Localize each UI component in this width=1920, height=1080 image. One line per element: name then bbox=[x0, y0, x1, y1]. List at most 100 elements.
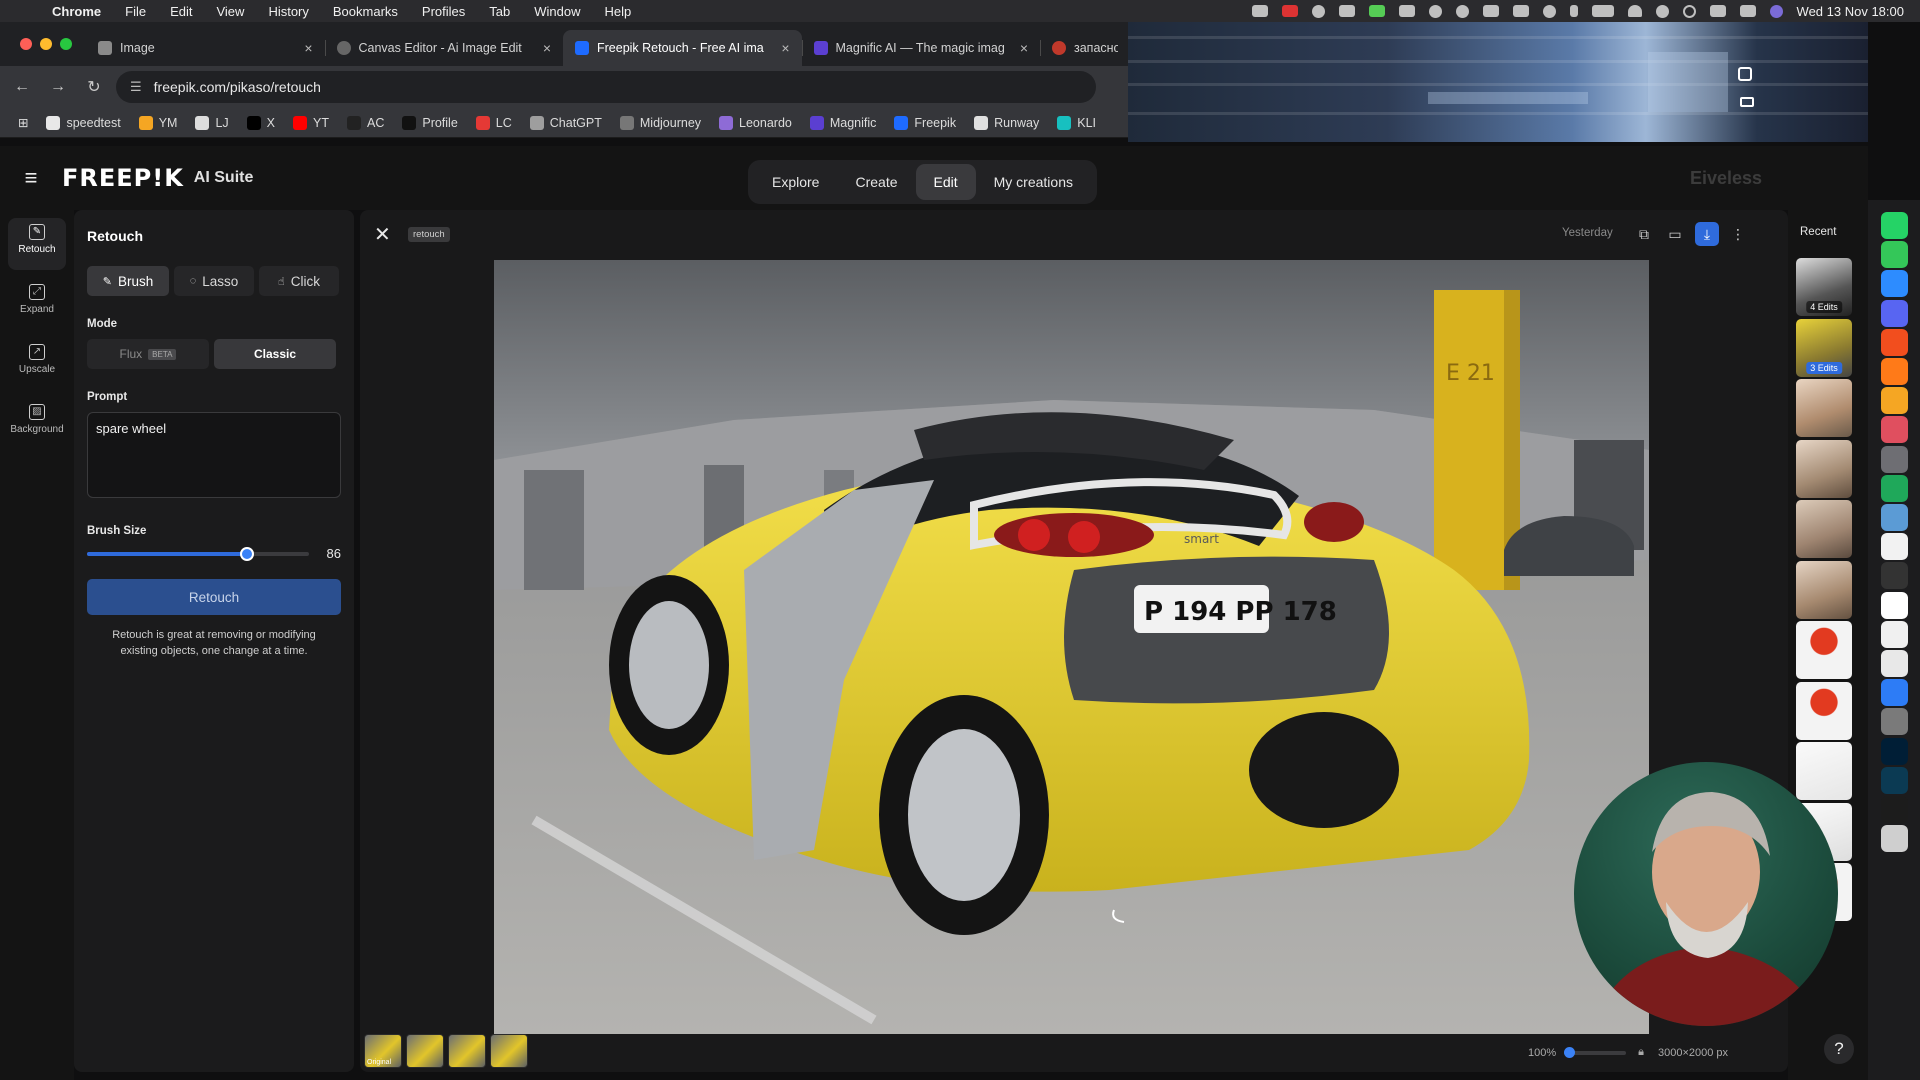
tray-brush-icon[interactable] bbox=[1482, 5, 1499, 17]
extensions-icon[interactable] bbox=[1738, 67, 1752, 81]
menu-bookmarks[interactable]: Bookmarks bbox=[321, 4, 410, 19]
minimize-window-button[interactable] bbox=[40, 38, 52, 50]
menu-profiles[interactable]: Profiles bbox=[410, 4, 477, 19]
bookmark-item[interactable]: speedtest bbox=[37, 115, 129, 130]
close-tab-icon[interactable]: × bbox=[1020, 40, 1028, 56]
menu-tab[interactable]: Tab bbox=[477, 4, 522, 19]
freepik-logo[interactable]: FREEP!K bbox=[62, 164, 184, 192]
messages-icon[interactable] bbox=[1881, 241, 1908, 269]
tray-cast-icon[interactable] bbox=[1311, 4, 1325, 18]
spotlight-search-icon[interactable] bbox=[1682, 4, 1696, 18]
settings-icon[interactable] bbox=[1881, 445, 1908, 473]
mode-flux-button[interactable]: Flux BETA bbox=[87, 339, 209, 369]
open-folder-icon[interactable]: ▭ bbox=[1663, 222, 1687, 246]
lock-icon[interactable]: 🔒︎ bbox=[1638, 1046, 1644, 1059]
back-arrow-icon[interactable]: ← bbox=[4, 78, 40, 96]
bookmark-item[interactable]: X bbox=[238, 115, 284, 130]
menu-history[interactable]: History bbox=[256, 4, 320, 19]
bookmark-item[interactable]: Leonardo bbox=[710, 115, 801, 130]
recent-thumbnail[interactable] bbox=[1796, 439, 1852, 498]
more-options-icon[interactable]: ⋮ bbox=[1726, 222, 1750, 246]
menu-hamburger-icon[interactable]: ≡ bbox=[0, 165, 62, 191]
forward-arrow-icon[interactable]: → bbox=[40, 78, 76, 96]
apps-grid-icon[interactable]: ⊞ bbox=[0, 115, 37, 130]
firefox-icon[interactable] bbox=[1881, 358, 1908, 385]
bookmark-item[interactable]: YT bbox=[284, 115, 338, 130]
version-thumbnail-original[interactable]: Original bbox=[364, 1034, 402, 1068]
bookmark-item[interactable]: Profile bbox=[393, 115, 466, 130]
version-thumbnail[interactable] bbox=[406, 1034, 444, 1068]
user-icon[interactable] bbox=[1655, 4, 1669, 18]
brush-size-slider[interactable] bbox=[87, 546, 309, 561]
close-tab-icon[interactable]: × bbox=[781, 40, 789, 56]
slider-handle[interactable] bbox=[239, 546, 254, 561]
close-tab-icon[interactable]: × bbox=[543, 40, 551, 56]
calendar-icon[interactable] bbox=[1881, 591, 1908, 619]
version-thumbnail[interactable] bbox=[448, 1034, 486, 1068]
tray-audio-icon[interactable] bbox=[1338, 5, 1355, 17]
books-icon[interactable] bbox=[1881, 416, 1908, 444]
nav-my-creations[interactable]: My creations bbox=[976, 164, 1091, 200]
zoom-handle[interactable] bbox=[1564, 1046, 1576, 1058]
recent-thumbnail[interactable] bbox=[1796, 621, 1852, 679]
version-thumbnail[interactable] bbox=[490, 1034, 528, 1068]
download-icon[interactable]: ⤓ bbox=[1695, 222, 1719, 246]
archive-icon[interactable] bbox=[1881, 474, 1908, 502]
siri-icon[interactable] bbox=[1769, 4, 1783, 18]
bookmark-item[interactable]: Magnific bbox=[801, 115, 886, 130]
preview-icon[interactable] bbox=[1881, 679, 1908, 707]
close-tab-icon[interactable]: × bbox=[304, 40, 312, 56]
folder-icon[interactable] bbox=[1740, 97, 1754, 107]
browser-tab[interactable]: Canvas Editor - Ai Image Edit × bbox=[324, 30, 564, 66]
prompt-input[interactable]: spare wheel bbox=[87, 412, 341, 498]
battery-icon[interactable] bbox=[1591, 5, 1614, 17]
nav-edit[interactable]: Edit bbox=[915, 164, 976, 200]
tray-headphones-icon[interactable] bbox=[1428, 4, 1442, 18]
menu-view[interactable]: View bbox=[204, 4, 256, 19]
menu-window[interactable]: Window bbox=[522, 4, 592, 19]
tray-app-icon[interactable] bbox=[1251, 5, 1268, 17]
bookmark-item[interactable]: LJ bbox=[186, 115, 237, 130]
textedit-icon[interactable] bbox=[1881, 620, 1908, 648]
browser-tab[interactable]: запасное bbox=[1040, 30, 1130, 66]
calculator-icon[interactable] bbox=[1881, 650, 1908, 677]
bookmark-item[interactable]: Freepik bbox=[885, 115, 965, 130]
disk-utility-icon[interactable] bbox=[1881, 708, 1908, 736]
figma-icon[interactable] bbox=[1881, 328, 1908, 356]
bookmark-item[interactable]: Runway bbox=[965, 115, 1048, 130]
edited-image[interactable]: E 21 P 194 PP 178 smart bbox=[494, 260, 1649, 1034]
bookmark-item[interactable]: Midjourney bbox=[611, 115, 710, 130]
browser-tab[interactable]: Magnific AI — The magic imag × bbox=[801, 30, 1041, 66]
zoom-icon[interactable] bbox=[1881, 270, 1908, 298]
bookmark-item[interactable]: YM bbox=[130, 115, 187, 130]
whatsapp-icon[interactable] bbox=[1881, 212, 1908, 239]
photoshop-icon[interactable] bbox=[1881, 737, 1908, 765]
click-tool-button[interactable]: ☝ Click bbox=[259, 266, 339, 296]
podcast-icon[interactable] bbox=[1881, 533, 1908, 561]
compare-icon[interactable]: ⧉ bbox=[1632, 222, 1656, 246]
bookmark-item[interactable]: LC bbox=[467, 115, 521, 130]
bluetooth-icon[interactable] bbox=[1569, 5, 1578, 17]
recent-thumbnail[interactable]: 3 Edits bbox=[1796, 318, 1852, 377]
menu-edit[interactable]: Edit bbox=[158, 4, 204, 19]
address-bar[interactable]: ☰ freepik.com/pikaso/retouch bbox=[116, 71, 1096, 103]
control-center-icon[interactable] bbox=[1739, 5, 1756, 17]
recent-thumbnail[interactable] bbox=[1796, 681, 1852, 740]
help-button[interactable]: ? bbox=[1824, 1034, 1854, 1064]
rail-upscale[interactable]: ↗ Upscale bbox=[8, 338, 66, 390]
recent-thumbnail[interactable]: 4 Edits bbox=[1796, 258, 1852, 316]
menu-help[interactable]: Help bbox=[593, 4, 644, 19]
tray-py-icon[interactable] bbox=[1709, 5, 1726, 17]
menubar-clock[interactable]: Wed 13 Nov 18:00 bbox=[1797, 4, 1904, 19]
tray-cloud-icon[interactable] bbox=[1398, 5, 1415, 17]
retouch-button[interactable]: Retouch bbox=[87, 579, 341, 615]
browser-tab[interactable]: Image × bbox=[86, 30, 325, 66]
finder-icon[interactable] bbox=[1881, 504, 1908, 531]
vlc-icon[interactable] bbox=[1881, 387, 1908, 415]
bookmark-item[interactable]: KLI bbox=[1048, 115, 1105, 130]
recent-thumbnail[interactable] bbox=[1796, 379, 1852, 437]
tray-keyboard-icon[interactable] bbox=[1512, 5, 1529, 17]
recent-thumbnail[interactable] bbox=[1796, 500, 1852, 558]
url-text[interactable]: freepik.com/pikaso/retouch bbox=[154, 79, 321, 95]
rail-background[interactable]: ▨ Background bbox=[8, 398, 66, 450]
